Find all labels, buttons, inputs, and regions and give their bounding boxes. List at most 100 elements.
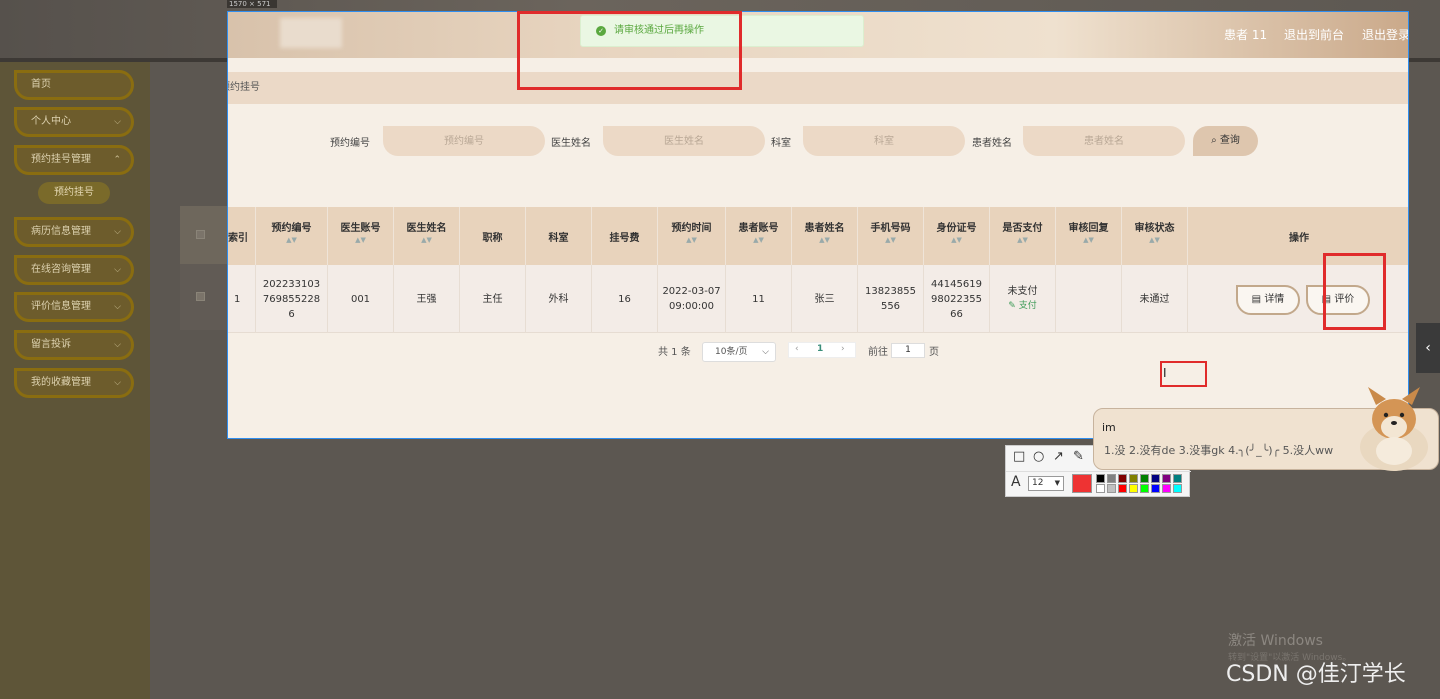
sidebar-item-reviews[interactable]: 评价信息管理 ⌵ bbox=[14, 292, 134, 322]
color-swatch[interactable] bbox=[1096, 474, 1105, 483]
cell-title: 主任 bbox=[460, 265, 526, 333]
column-header-fee[interactable]: 挂号费 bbox=[592, 207, 658, 265]
color-swatch[interactable] bbox=[1107, 484, 1116, 493]
sort-icon[interactable]: ▲▼ bbox=[1122, 236, 1187, 244]
capture-region[interactable]: 患者 11 退出到前台 退出登录 首页 / 预约挂号 预约编号 医生姓名 科室 … bbox=[227, 11, 1409, 439]
table-header: 索引 预约编号 ▲▼ 医生账号 ▲▼ 医生姓名 ▲▼ 职称 科室 挂号费 预约时间 ▲▼… bbox=[228, 207, 1408, 265]
csdn-watermark: CSDN @佳汀学长 bbox=[1226, 662, 1406, 687]
sidebar-item-complaints[interactable]: 留言投诉 ⌵ bbox=[14, 330, 134, 360]
page-number-current[interactable]: 1 bbox=[817, 344, 823, 354]
sort-icon[interactable]: ▲▼ bbox=[658, 236, 725, 244]
column-header-doctor-account[interactable]: 医生账号 ▲▼ bbox=[328, 207, 394, 265]
sort-icon[interactable]: ▲▼ bbox=[1056, 236, 1121, 244]
goto-page-input[interactable]: 1 bbox=[891, 343, 925, 358]
column-header-index[interactable]: 索引 bbox=[228, 207, 256, 265]
search-button[interactable]: ⌕ 查询 bbox=[1193, 126, 1258, 156]
chevron-down-icon: ⌵ bbox=[114, 302, 121, 312]
pencil-tool-icon[interactable]: ✎ bbox=[1073, 449, 1084, 464]
back-to-front-link[interactable]: 退出到前台 bbox=[1284, 26, 1344, 43]
checkbox-row[interactable] bbox=[196, 292, 205, 301]
color-swatch[interactable] bbox=[1118, 474, 1127, 483]
column-header-reply[interactable]: 审核回复 ▲▼ bbox=[1056, 207, 1122, 265]
column-header-paid[interactable]: 是否支付 ▲▼ bbox=[990, 207, 1056, 265]
color-swatch[interactable] bbox=[1162, 484, 1171, 493]
ellipse-tool-icon[interactable]: ○ bbox=[1033, 449, 1044, 464]
sidebar-item-favorites[interactable]: 我的收藏管理 ⌵ bbox=[14, 368, 134, 398]
column-header-title[interactable]: 职称 bbox=[460, 207, 526, 265]
column-header-booking-no[interactable]: 预约编号 ▲▼ bbox=[256, 207, 328, 265]
cell-reply bbox=[1056, 265, 1122, 333]
paid-status: 未支付 bbox=[1007, 286, 1038, 297]
chevron-down-icon: ▼ bbox=[1054, 479, 1060, 487]
sort-icon[interactable]: ▲▼ bbox=[328, 236, 393, 244]
color-swatch[interactable] bbox=[1118, 484, 1127, 493]
column-header-id-no[interactable]: 身份证号 ▲▼ bbox=[924, 207, 990, 265]
color-swatch[interactable] bbox=[1096, 484, 1105, 493]
checkbox-all[interactable] bbox=[196, 230, 205, 239]
color-swatch[interactable] bbox=[1151, 474, 1160, 483]
page-size-select[interactable]: 10条/页 ⌵ bbox=[702, 342, 776, 362]
color-swatch[interactable] bbox=[1151, 484, 1160, 493]
capture-size-label: 1570 × 571 bbox=[227, 0, 277, 8]
page-navigator: ‹ 1 › bbox=[788, 342, 856, 358]
goto-label: 前往 bbox=[868, 347, 888, 358]
arrow-tool-icon[interactable]: ↗ bbox=[1053, 449, 1064, 464]
sort-icon[interactable]: ▲▼ bbox=[256, 236, 327, 244]
text-tool-icon[interactable]: A bbox=[1011, 474, 1021, 490]
color-swatch[interactable] bbox=[1129, 484, 1138, 493]
search-label-department: 科室 bbox=[771, 138, 791, 149]
sidebar-item-records[interactable]: 病历信息管理 ⌵ bbox=[14, 217, 134, 247]
column-header-patient-name[interactable]: 患者姓名 ▲▼ bbox=[792, 207, 858, 265]
cell-patient-account: 11 bbox=[726, 265, 792, 333]
color-swatch[interactable] bbox=[1162, 474, 1171, 483]
annotation-box-toast bbox=[517, 11, 742, 90]
chevron-down-icon: ⌵ bbox=[762, 347, 769, 357]
column-header-phone[interactable]: 手机号码 ▲▼ bbox=[858, 207, 924, 265]
font-size-select[interactable]: 12 ▼ bbox=[1028, 476, 1064, 491]
ime-candidates[interactable]: 1.没 2.没有de 3.没事gk 4.╮(╯_╰)╭ 5.没人ww bbox=[1104, 442, 1333, 458]
sort-icon[interactable]: ▲▼ bbox=[990, 236, 1055, 244]
sidebar-item-consult[interactable]: 在线咨询管理 ⌵ bbox=[14, 255, 134, 285]
chevron-down-icon: ⌵ bbox=[114, 227, 121, 237]
prev-page-icon[interactable]: ‹ bbox=[795, 344, 799, 354]
cell-status: 未通过 bbox=[1122, 265, 1188, 333]
side-panel-toggle[interactable]: ‹ bbox=[1416, 323, 1440, 373]
column-header-patient-account[interactable]: 患者账号 ▲▼ bbox=[726, 207, 792, 265]
color-swatch[interactable] bbox=[1140, 484, 1149, 493]
rectangle-tool-icon[interactable]: □ bbox=[1013, 449, 1025, 464]
booking-no-input[interactable] bbox=[383, 126, 545, 156]
sort-icon[interactable]: ▲▼ bbox=[924, 236, 989, 244]
sort-icon[interactable]: ▲▼ bbox=[792, 236, 857, 244]
sort-icon[interactable]: ▲▼ bbox=[394, 236, 459, 244]
color-swatch[interactable] bbox=[1129, 474, 1138, 483]
cell-index: 1 bbox=[228, 265, 256, 333]
edit-icon: ✎ bbox=[1008, 301, 1019, 311]
breadcrumb-current: 预约挂号 bbox=[228, 82, 260, 93]
doctor-name-input[interactable] bbox=[603, 126, 765, 156]
annotation-text-box[interactable] bbox=[1160, 361, 1207, 387]
next-page-icon[interactable]: › bbox=[841, 344, 845, 354]
color-swatch[interactable] bbox=[1173, 484, 1182, 493]
selected-color[interactable] bbox=[1072, 474, 1092, 493]
sort-icon[interactable]: ▲▼ bbox=[858, 236, 923, 244]
sidebar-item-home[interactable]: 首页 bbox=[14, 70, 134, 100]
sidebar-subitem-booking[interactable]: 预约挂号 bbox=[38, 182, 110, 204]
patient-name-input[interactable] bbox=[1023, 126, 1185, 156]
column-header-status[interactable]: 审核状态 ▲▼ bbox=[1122, 207, 1188, 265]
column-header-time[interactable]: 预约时间 ▲▼ bbox=[658, 207, 726, 265]
color-swatch[interactable] bbox=[1107, 474, 1116, 483]
color-swatch[interactable] bbox=[1140, 474, 1149, 483]
detail-button[interactable]: ▤ 详情 bbox=[1236, 285, 1300, 315]
column-header-department[interactable]: 科室 bbox=[526, 207, 592, 265]
logout-link[interactable]: 退出登录 bbox=[1362, 26, 1408, 43]
color-swatch[interactable] bbox=[1173, 474, 1182, 483]
sort-icon[interactable]: ▲▼ bbox=[726, 236, 791, 244]
department-input[interactable] bbox=[803, 126, 965, 156]
sidebar-item-booking[interactable]: 预约挂号管理 ⌃ bbox=[14, 145, 134, 175]
pagination-total: 共 1 条 bbox=[658, 347, 691, 358]
table-row: 1 2022331037698552286 001 王强 主任 外科 16 20… bbox=[228, 265, 1408, 333]
sidebar-item-personal[interactable]: 个人中心 ⌵ bbox=[14, 107, 134, 137]
search-icon: ⌕ bbox=[1211, 135, 1220, 146]
pay-link[interactable]: ✎ 支付 bbox=[1008, 299, 1036, 314]
column-header-doctor-name[interactable]: 医生姓名 ▲▼ bbox=[394, 207, 460, 265]
